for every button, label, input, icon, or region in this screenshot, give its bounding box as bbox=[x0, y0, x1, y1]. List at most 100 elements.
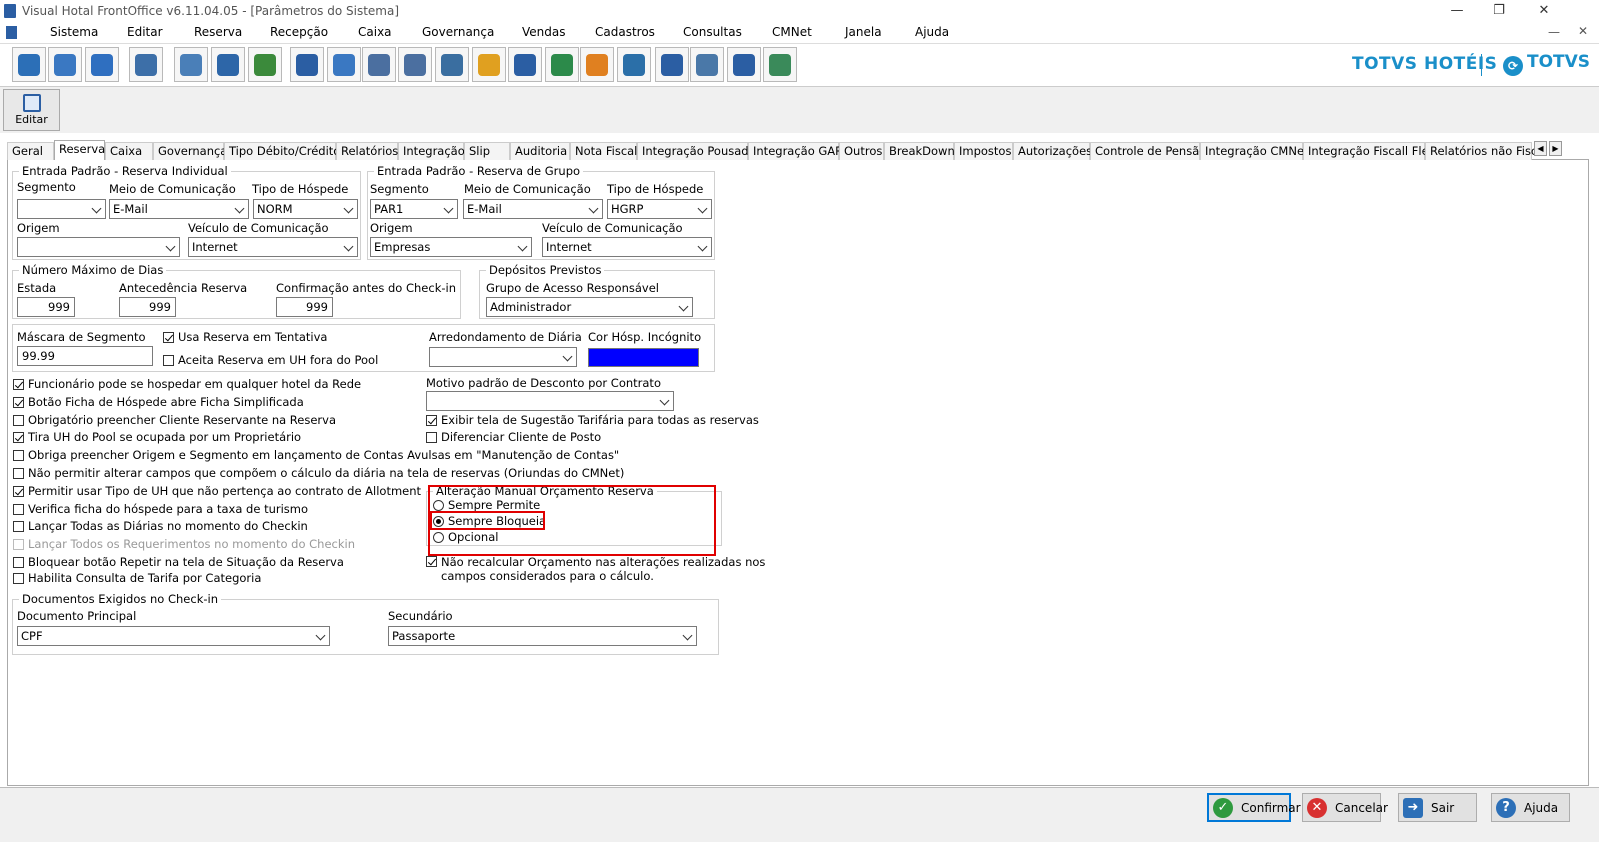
tab-relatorios-nao-fisca[interactable]: Relatórios não Fisca bbox=[1425, 142, 1544, 160]
individual-veiculo-select[interactable]: Internet bbox=[188, 237, 358, 257]
card-list-button[interactable] bbox=[398, 47, 432, 82]
usa-tentativa-checkbox[interactable]: Usa Reserva em Tentativa bbox=[163, 330, 327, 344]
tab-slip[interactable]: Slip bbox=[464, 142, 510, 160]
menu-reserva[interactable]: Reserva bbox=[194, 25, 242, 39]
confirmacao-input[interactable]: 999 bbox=[276, 297, 333, 317]
menu-caixa[interactable]: Caixa bbox=[358, 25, 392, 39]
grid-edit-button[interactable] bbox=[211, 47, 245, 82]
calendar-button[interactable] bbox=[327, 47, 361, 82]
option-checkbox[interactable]: Permitir usar Tipo de UH que não pertenç… bbox=[13, 484, 421, 498]
secundario-select[interactable]: Passaporte bbox=[388, 626, 697, 646]
ajuda-button[interactable]: ? Ajuda bbox=[1491, 793, 1570, 822]
document-user-button[interactable] bbox=[435, 47, 469, 82]
tab-governanca[interactable]: Governança bbox=[153, 142, 227, 160]
card-button[interactable] bbox=[362, 47, 396, 82]
tab-integracao-cmnet[interactable]: Integração CMNet bbox=[1200, 142, 1309, 160]
grupo-meio-select[interactable]: E-Mail bbox=[463, 199, 603, 219]
option-checkbox[interactable]: Habilita Consulta de Tarifa por Categori… bbox=[13, 571, 261, 585]
money-button[interactable] bbox=[763, 47, 797, 82]
diferenciar-cliente-checkbox[interactable]: Diferenciar Cliente de Posto bbox=[426, 430, 601, 444]
option-checkbox[interactable]: Verifica ficha do hóspede para a taxa de… bbox=[13, 502, 308, 516]
cancelar-button[interactable]: ✕ Cancelar bbox=[1302, 793, 1388, 822]
cor-incognito-swatch[interactable] bbox=[588, 348, 699, 367]
add-user-button[interactable] bbox=[545, 47, 579, 82]
grupo-segmento-select[interactable]: PAR1 bbox=[370, 199, 458, 219]
tab-nota-fiscal[interactable]: Nota Fiscal bbox=[570, 142, 637, 160]
edit-button[interactable]: Editar bbox=[3, 89, 60, 131]
individual-tipo-select[interactable]: NORM bbox=[253, 199, 358, 219]
users-button[interactable] bbox=[580, 47, 614, 82]
tab-integracao-pousada[interactable]: Integração Pousada bbox=[637, 142, 756, 160]
grupo-origem-select[interactable]: Empresas bbox=[370, 237, 532, 257]
minimize-button[interactable]: — bbox=[1443, 2, 1471, 20]
bell-button[interactable] bbox=[472, 47, 506, 82]
menu-cadastros[interactable]: Cadastros bbox=[595, 25, 655, 39]
option-checkbox[interactable]: Funcionário pode se hospedar em qualquer… bbox=[13, 377, 361, 391]
tab-reserva[interactable]: Reserva bbox=[54, 140, 105, 161]
email-at-button[interactable] bbox=[727, 47, 761, 82]
motivo-select[interactable] bbox=[426, 391, 674, 411]
person-button[interactable] bbox=[690, 47, 724, 82]
tab-relatorios[interactable]: Relatórios bbox=[336, 142, 398, 160]
tab-caixa[interactable]: Caixa bbox=[105, 142, 153, 160]
sair-button[interactable]: ➜ Sair bbox=[1398, 793, 1477, 822]
mascara-input[interactable]: 99.99 bbox=[17, 346, 153, 366]
menu-editar[interactable]: Editar bbox=[127, 25, 163, 39]
help-button[interactable] bbox=[85, 47, 119, 82]
search-button[interactable] bbox=[290, 47, 324, 82]
tab-tipo-debito-credito[interactable]: Tipo Débito/Crédito bbox=[224, 142, 340, 160]
close-button[interactable]: ✕ bbox=[1530, 2, 1558, 20]
menu-vendas[interactable]: Vendas bbox=[522, 25, 566, 39]
menu-recepcao[interactable]: Recepção bbox=[270, 25, 328, 39]
sugestao-tarifaria-checkbox[interactable]: Exibir tela de Sugestão Tarifária para t… bbox=[426, 413, 759, 427]
tab-controle-de-pensao[interactable]: Controle de Pensão bbox=[1090, 142, 1206, 160]
grupo-acesso-select[interactable]: Administrador bbox=[486, 297, 693, 317]
mdi-close-icon[interactable]: ✕ bbox=[1578, 24, 1588, 38]
option-checkbox[interactable]: Obrigatório preencher Cliente Reservante… bbox=[13, 413, 336, 427]
tab-auditoria[interactable]: Auditoria bbox=[510, 142, 570, 160]
menu-janela[interactable]: Janela bbox=[845, 25, 882, 39]
option-checkbox[interactable]: Obriga preencher Origem e Segmento em la… bbox=[13, 448, 619, 462]
individual-segmento-select[interactable] bbox=[17, 199, 106, 219]
aceita-pool-checkbox[interactable]: Aceita Reserva em UH fora do Pool bbox=[163, 353, 378, 367]
menu-governanca[interactable]: Governança bbox=[422, 25, 494, 39]
user-key-button[interactable] bbox=[48, 47, 82, 82]
documento-principal-select[interactable]: CPF bbox=[17, 626, 330, 646]
option-checkbox[interactable]: Bloquear botão Repetir na tela de Situaç… bbox=[13, 555, 344, 569]
window-money-button[interactable] bbox=[617, 47, 651, 82]
exit-button[interactable] bbox=[12, 47, 46, 82]
menu-cmnet[interactable]: CMNet bbox=[772, 25, 812, 39]
restore-button[interactable]: ❐ bbox=[1485, 2, 1513, 20]
mdi-minimize-icon[interactable]: — bbox=[1548, 25, 1560, 39]
send-mail-button[interactable] bbox=[248, 47, 282, 82]
tab-impostos[interactable]: Impostos bbox=[954, 142, 1013, 160]
tab-scroll-right-icon[interactable]: ▶ bbox=[1549, 141, 1562, 156]
option-checkbox[interactable]: Botão Ficha de Hóspede abre Ficha Simpli… bbox=[13, 395, 304, 409]
cashier-button[interactable] bbox=[655, 47, 689, 82]
tab-geral[interactable]: Geral bbox=[7, 142, 54, 160]
tab-integracao-fiscall-flex[interactable]: Integração Fiscall Flex bbox=[1303, 142, 1435, 160]
option-checkbox[interactable]: Não permitir alterar campos que compõem … bbox=[13, 466, 624, 480]
option-checkbox[interactable]: Lançar Todas as Diárias no momento do Ch… bbox=[13, 519, 308, 533]
grupo-tipo-select[interactable]: HGRP bbox=[607, 199, 712, 219]
tab-breakdown[interactable]: BreakDown bbox=[884, 142, 955, 160]
estada-input[interactable]: 999 bbox=[17, 297, 75, 317]
arredondamento-select[interactable] bbox=[429, 347, 577, 367]
confirmar-button[interactable]: ✓ Confirmar bbox=[1207, 793, 1301, 822]
individual-origem-select[interactable] bbox=[17, 237, 180, 257]
antecedencia-input[interactable]: 999 bbox=[119, 297, 176, 317]
tab-autorizacoes[interactable]: Autorizações bbox=[1013, 142, 1092, 160]
envelope-button[interactable] bbox=[174, 47, 208, 82]
tab-scroll-left-icon[interactable]: ◀ bbox=[1534, 141, 1547, 156]
menu-ajuda[interactable]: Ajuda bbox=[915, 25, 949, 39]
grupo-veiculo-select[interactable]: Internet bbox=[542, 237, 712, 257]
option-checkbox[interactable]: Tira UH do Pool se ocupada por um Propri… bbox=[13, 430, 301, 444]
individual-meio-select[interactable]: E-Mail bbox=[109, 199, 249, 219]
menu-sistema[interactable]: Sistema bbox=[50, 25, 98, 39]
footsteps-button[interactable] bbox=[508, 47, 542, 82]
org-chart-button[interactable] bbox=[129, 47, 163, 82]
menu-consultas[interactable]: Consultas bbox=[683, 25, 742, 39]
nao-recalcular-checkbox[interactable]: Não recalcular Orçamento nas alterações … bbox=[426, 555, 765, 583]
tab-integracao[interactable]: Integração bbox=[398, 142, 465, 160]
tab-outros[interactable]: Outros bbox=[839, 142, 884, 160]
